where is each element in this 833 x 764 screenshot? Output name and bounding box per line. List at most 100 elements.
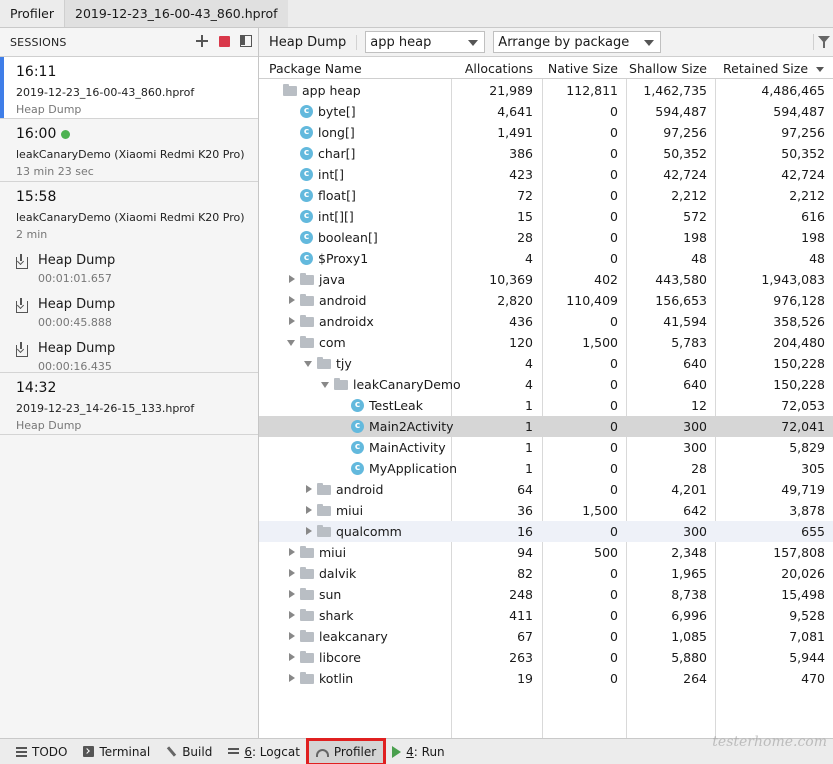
run-mnemonic: 4 [406,744,414,759]
column-header-shallow-size[interactable]: Shallow Size [626,58,707,79]
table-row[interactable]: c $Proxy1 4 0 48 48 [259,248,833,269]
todo-tool-button[interactable]: TODO [8,740,75,764]
table-row[interactable]: app heap 21,989 112,811 1,462,735 4,486,465 [259,80,833,101]
table-row[interactable]: shark 411 0 6,996 9,528 [259,605,833,626]
package-name-cell: c $Proxy1 [286,248,368,269]
heap-select-value: app heap [370,34,432,50]
chevron-down-icon[interactable] [286,332,298,353]
session-item[interactable]: 15:58 leakCanaryDemo (Xiaomi Redmi K20 P… [0,182,258,373]
run-play-icon [392,745,402,758]
toolbar-label: Heap Dump [265,34,358,50]
logcat-tool-button[interactable]: 6: Logcat [220,740,308,764]
table-row[interactable]: c char[] 386 0 50,352 50,352 [259,143,833,164]
package-name-cell: c char[] [286,143,355,164]
table-row[interactable]: leakCanaryDemo 4 0 640 150,228 [259,374,833,395]
column-header-native-size[interactable]: Native Size [542,58,618,79]
artifact-title: Heap Dump [38,297,116,312]
table-row[interactable]: c TestLeak 1 0 12 72,053 [259,395,833,416]
column-header-allocations[interactable]: Allocations [451,58,533,79]
chevron-down-icon[interactable] [320,374,332,395]
allocations-cell: 67 [517,629,533,644]
table-row[interactable]: sun 248 0 8,738 15,498 [259,584,833,605]
column-header-package[interactable]: Package Name [269,58,362,79]
build-tool-button[interactable]: Build [158,740,220,764]
native-size-cell: 0 [610,146,618,161]
chevron-right-icon[interactable] [286,605,298,626]
table-row[interactable]: kotlin 19 0 264 470 [259,668,833,689]
table-row[interactable]: dalvik 82 0 1,965 20,026 [259,563,833,584]
chevron-down-icon[interactable] [303,353,315,374]
session-item[interactable]: 16:11 2019-12-23_16-00-43_860.hprof Heap… [0,57,258,119]
chevron-right-icon[interactable] [286,311,298,332]
heap-dump-artifact[interactable]: Heap Dump 00:00:45.888 [16,291,248,331]
logcat-mnemonic: 6 [244,744,252,759]
terminal-tool-button[interactable]: Terminal [75,740,158,764]
profiler-tool-button[interactable]: Profiler [305,737,387,764]
retained-size-cell: 72,053 [781,398,825,413]
package-folder-icon [300,315,314,327]
chevron-right-icon[interactable] [286,542,298,563]
chevron-right-icon[interactable] [303,521,315,542]
chevron-right-icon[interactable] [286,626,298,647]
table-row[interactable]: miui 94 500 2,348 157,808 [259,542,833,563]
stop-session-icon[interactable] [219,35,230,47]
tab-profiler[interactable]: Profiler [0,0,66,27]
table-row[interactable]: c MainActivity 1 0 300 5,829 [259,437,833,458]
terminal-label: Terminal [99,744,151,759]
package-name-cell: android [286,290,366,311]
tab-hprof-file[interactable]: 2019-12-23_16-00-43_860.hprof [65,0,288,27]
table-row[interactable]: qualcomm 16 0 300 655 [259,521,833,542]
chevron-right-icon[interactable] [286,584,298,605]
arrange-select[interactable]: Arrange by package [493,31,662,53]
session-item[interactable]: 16:00 leakCanaryDemo (Xiaomi Redmi K20 P… [0,119,258,182]
retained-size-cell: 5,829 [789,440,825,455]
chevron-right-icon[interactable] [286,668,298,689]
table-row[interactable]: c float[] 72 0 2,212 2,212 [259,185,833,206]
table-row[interactable]: android 64 0 4,201 49,719 [259,479,833,500]
table-row[interactable]: libcore 263 0 5,880 5,944 [259,647,833,668]
row-name: char[] [318,146,356,161]
shallow-size-cell: 156,653 [655,293,707,308]
allocations-cell: 4 [525,356,533,371]
collapse-panel-icon[interactable] [240,35,252,47]
table-row[interactable]: c long[] 1,491 0 97,256 97,256 [259,122,833,143]
shallow-size-cell: 42,724 [663,167,707,182]
session-item[interactable]: 14:32 2019-12-23_14-26-15_133.hprof Heap… [0,373,258,435]
filter-icon[interactable] [813,34,830,50]
artifact-title: Heap Dump [38,341,116,356]
heap-dump-artifact[interactable]: Heap Dump 00:01:01.657 [16,247,248,287]
allocations-cell: 248 [509,587,533,602]
table-row[interactable]: miui 36 1,500 642 3,878 [259,500,833,521]
table-row[interactable]: androidx 436 0 41,594 358,526 [259,311,833,332]
table-row[interactable]: c byte[] 4,641 0 594,487 594,487 [259,101,833,122]
chevron-right-icon[interactable] [286,269,298,290]
shallow-size-cell: 2,212 [671,188,707,203]
heap-dump-artifact[interactable]: Heap Dump 00:00:16.435 [16,335,248,375]
table-row[interactable]: leakcanary 67 0 1,085 7,081 [259,626,833,647]
chevron-right-icon[interactable] [286,563,298,584]
table-row[interactable]: tjy 4 0 640 150,228 [259,353,833,374]
heap-select[interactable]: app heap [365,31,486,53]
shallow-size-cell: 8,738 [671,587,707,602]
allocations-cell: 1,491 [497,125,533,140]
chevron-right-icon[interactable] [303,479,315,500]
artifact-time: 00:00:45.888 [38,316,112,329]
chevron-right-icon[interactable] [303,500,315,521]
chevron-right-icon[interactable] [286,647,298,668]
package-name-cell: shark [286,605,353,626]
package-name-cell: c long[] [286,122,355,143]
table-row[interactable]: c MyApplication 1 0 28 305 [259,458,833,479]
column-header-retained-size[interactable]: Retained Size [723,58,825,79]
table-row[interactable]: c boolean[] 28 0 198 198 [259,227,833,248]
table-row[interactable]: c Main2Activity 1 0 300 72,041 [259,416,833,437]
chevron-right-icon[interactable] [286,290,298,311]
add-session-icon[interactable] [195,34,209,48]
table-row[interactable]: android 2,820 110,409 156,653 976,128 [259,290,833,311]
table-row[interactable]: com 120 1,500 5,783 204,480 [259,332,833,353]
run-tool-button[interactable]: 4: Run [384,740,453,764]
table-row[interactable]: c int[][] 15 0 572 616 [259,206,833,227]
table-row[interactable]: java 10,369 402 443,580 1,943,083 [259,269,833,290]
table-row[interactable]: c int[] 423 0 42,724 42,724 [259,164,833,185]
